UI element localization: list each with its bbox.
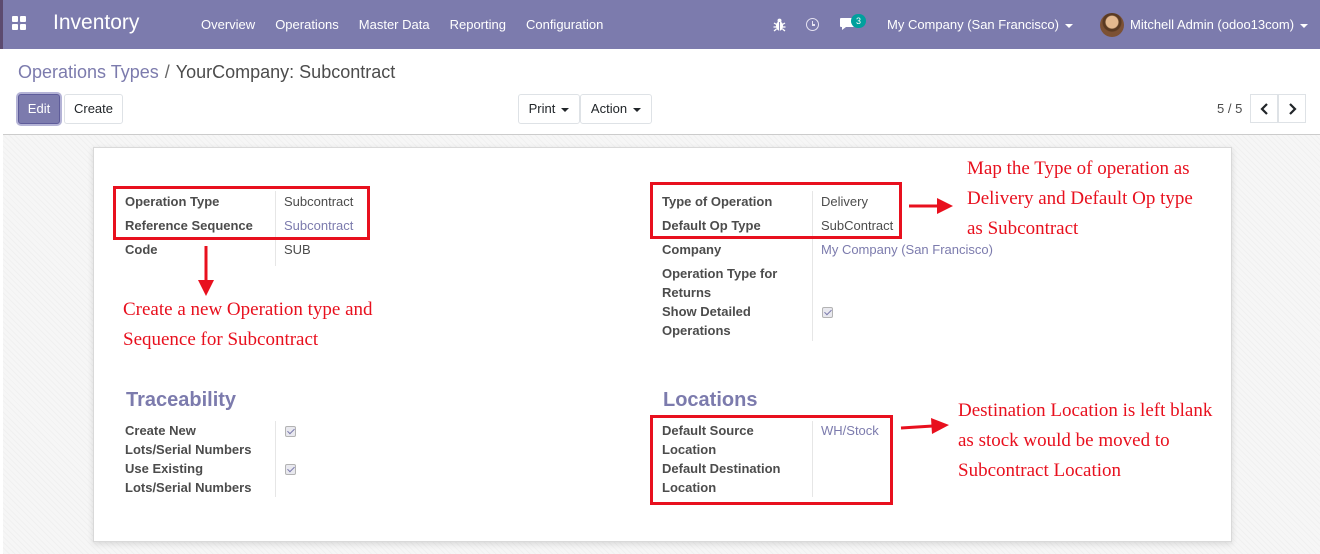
annotation-arrow-right xyxy=(900,418,949,434)
annotation-note-operation-type: Create a new Operation type and Sequence… xyxy=(123,295,373,355)
traceability-title: Traceability xyxy=(126,389,237,411)
edit-button[interactable]: Edit xyxy=(18,94,60,124)
use-existing-lots-label-line1: Use Existing xyxy=(125,461,204,476)
use-existing-lots-label: Use Existing Lots/Serial Numbers xyxy=(125,459,251,497)
print-label: Print xyxy=(528,101,556,116)
show-detailed-label-line1: Show Detailed xyxy=(662,304,751,319)
annotation-note-destination: Destination Location is left blank as st… xyxy=(958,396,1212,486)
breadcrumb-separator: / xyxy=(164,62,170,82)
user-menu[interactable]: Mitchell Admin (odoo13com) xyxy=(1130,17,1309,32)
menu-overview[interactable]: Overview xyxy=(191,0,265,49)
pager-value[interactable]: 5 / 5 xyxy=(1217,101,1242,116)
bug-icon[interactable] xyxy=(773,17,786,32)
annotation-line: Map the Type of operation as xyxy=(967,158,1190,179)
create-new-lots-label-line2: Lots/Serial Numbers xyxy=(125,442,252,457)
return-type-label-line2: Returns xyxy=(662,285,712,300)
avatar[interactable] xyxy=(1100,13,1124,37)
chat-count-badge: 3 xyxy=(851,14,866,28)
user-name: Mitchell Admin (odoo13com) xyxy=(1130,17,1295,32)
show-detailed-label-line2: Operations xyxy=(662,323,731,338)
print-dropdown-button[interactable]: Print xyxy=(518,94,580,124)
annotation-line: as Subcontract xyxy=(967,218,1079,239)
apps-grid-icon[interactable] xyxy=(12,16,26,30)
top-navbar: Inventory Overview Operations Master Dat… xyxy=(0,0,1320,49)
menu-configuration[interactable]: Configuration xyxy=(516,0,613,49)
action-dropdown-button[interactable]: Action xyxy=(580,94,652,124)
create-new-lots-label-line1: Create New xyxy=(125,423,196,438)
show-detailed-checkbox xyxy=(822,307,833,318)
menu-master-data[interactable]: Master Data xyxy=(349,0,440,49)
breadcrumb: Operations Types / YourCompany: Subcontrac… xyxy=(18,62,395,83)
app-brand[interactable]: Inventory xyxy=(53,11,139,35)
highlight-box-locations xyxy=(650,415,893,505)
company-label: Company xyxy=(662,242,722,257)
code-label: Code xyxy=(125,242,158,257)
chevron-down-icon xyxy=(1300,23,1309,28)
annotation-note-mapping: Map the Type of operation as Delivery an… xyxy=(967,154,1193,244)
chevron-right-icon xyxy=(1289,103,1297,115)
company-name: My Company (San Francisco) xyxy=(887,17,1059,32)
activity-clock-icon[interactable] xyxy=(806,18,819,31)
breadcrumb-parent-link[interactable]: Operations Types xyxy=(18,62,159,82)
chevron-down-icon xyxy=(1064,23,1073,28)
annotation-arrow-down xyxy=(198,246,214,296)
annotation-line: Destination Location is left blank xyxy=(958,400,1213,421)
breadcrumb-current: YourCompany: Subcontract xyxy=(175,62,396,82)
annotation-line: Subcontract Location xyxy=(958,460,1122,481)
locations-title: Locations xyxy=(663,389,758,411)
menu-operations[interactable]: Operations xyxy=(265,0,349,49)
highlight-box-type-mapping xyxy=(650,182,902,239)
create-button[interactable]: Create xyxy=(64,94,123,124)
pager-previous-button[interactable] xyxy=(1250,94,1278,123)
chevron-left-icon xyxy=(1260,103,1268,115)
code-value: SUB xyxy=(284,242,311,257)
show-detailed-label: Show Detailed Operations xyxy=(662,302,751,340)
annotation-arrow-right xyxy=(909,198,953,214)
control-panel: Operations Types / YourCompany: Subcontrac… xyxy=(3,49,1320,135)
highlight-box-operation-type xyxy=(113,186,370,240)
return-type-label-line1: Operation Type for xyxy=(662,266,778,281)
annotation-line: Sequence for Subcontract xyxy=(123,329,319,350)
annotation-line: Delivery and Default Op type xyxy=(967,188,1193,209)
chevron-down-icon xyxy=(561,107,570,112)
return-type-label: Operation Type for Returns xyxy=(662,264,777,302)
chevron-down-icon xyxy=(633,107,642,112)
pager-next-button[interactable] xyxy=(1278,94,1306,123)
annotation-line: as stock would be moved to xyxy=(958,430,1170,451)
main-menu: Overview Operations Master Data Reportin… xyxy=(191,0,613,49)
action-label: Action xyxy=(590,101,628,116)
create-new-lots-checkbox xyxy=(285,426,296,437)
use-existing-lots-label-line2: Lots/Serial Numbers xyxy=(125,480,252,495)
create-new-lots-label: Create New Lots/Serial Numbers xyxy=(125,421,251,459)
annotation-line: Create a new Operation type and xyxy=(123,299,373,320)
field-divider xyxy=(275,421,276,497)
menu-reporting[interactable]: Reporting xyxy=(440,0,516,49)
use-existing-lots-checkbox xyxy=(285,464,296,475)
company-switcher[interactable]: My Company (San Francisco) xyxy=(887,17,1073,32)
